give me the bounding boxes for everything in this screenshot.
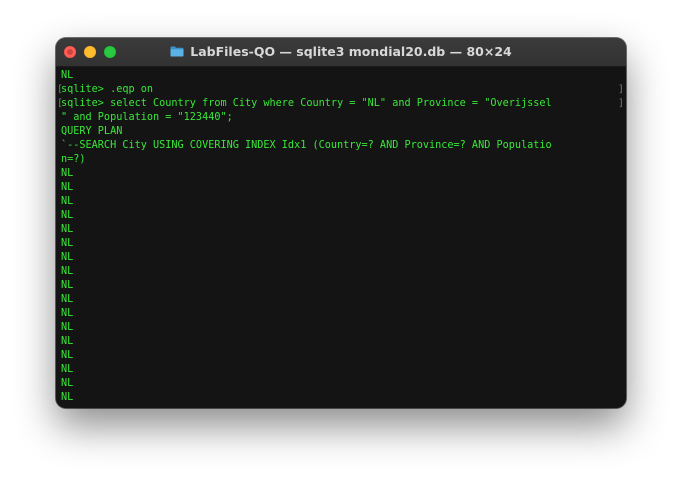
terminal-line: NL (61, 70, 74, 81)
terminal-output-area[interactable]: NL sqlite> .eqp on sqlite> select Countr… (56, 67, 626, 408)
terminal-line: QUERY PLAN (61, 126, 123, 137)
window-title: LabFiles-QO — sqlite3 mondial20.db — 80×… (190, 44, 512, 59)
window-title-container: LabFiles-QO — sqlite3 mondial20.db — 80×… (56, 38, 626, 66)
terminal-line: NL (61, 182, 74, 193)
folder-icon (170, 46, 184, 57)
terminal-lines: NL sqlite> .eqp on sqlite> select Countr… (57, 69, 624, 405)
terminal-line: NL (61, 224, 74, 235)
terminal-line: NL (61, 168, 74, 179)
terminal-line: NL (61, 280, 74, 291)
terminal-line: NL (61, 238, 74, 249)
terminal-line: NL (61, 294, 74, 305)
terminal-line: NL (61, 350, 74, 361)
terminal-line: NL (61, 336, 74, 347)
terminal-line: " and Population = "123440"; (61, 112, 233, 123)
terminal-line: NL (61, 252, 74, 263)
terminal-line: NL (61, 196, 74, 207)
terminal-line: NL (61, 210, 74, 221)
terminal-line: NL (61, 378, 74, 389)
terminal-line-prompt: sqlite> .eqp on (57, 83, 624, 97)
terminal-line: n=?) (61, 154, 86, 165)
terminal-line: NL (61, 322, 74, 333)
title-bar[interactable]: LabFiles-QO — sqlite3 mondial20.db — 80×… (56, 38, 626, 67)
terminal-line: NL (61, 364, 74, 375)
terminal-line: NL (61, 308, 74, 319)
terminal-line-prompt: sqlite> select Country from City where C… (57, 97, 624, 111)
terminal-line: NL (61, 392, 74, 403)
terminal-line: NL (61, 266, 74, 277)
terminal-window: LabFiles-QO — sqlite3 mondial20.db — 80×… (56, 38, 626, 408)
terminal-line: `--SEARCH City USING COVERING INDEX Idx1… (61, 140, 552, 151)
